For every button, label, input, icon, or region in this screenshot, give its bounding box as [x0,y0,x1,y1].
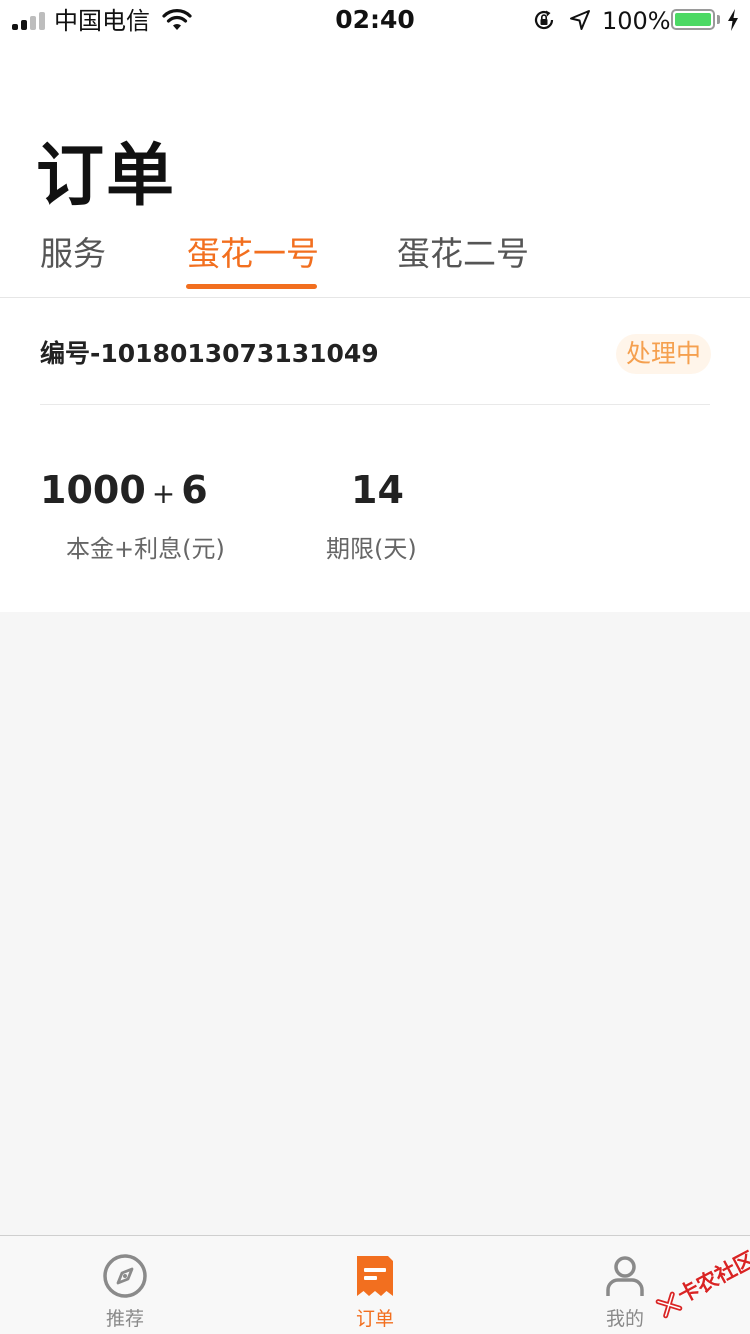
page-header: 订单 服务 蛋花一号 蛋花二号 [0,40,750,298]
amount-label: 本金+利息(元) [66,535,225,563]
battery-cap [717,15,720,24]
battery-icon [671,9,715,30]
document-icon [357,1256,393,1296]
compass-icon [103,1254,147,1298]
watermark-text: 卡农社区 [673,1247,750,1308]
bottom-tab-bar: 推荐 订单 我的 [0,1235,750,1334]
active-tab-indicator [186,284,317,289]
page-title: 订单 [36,137,177,216]
term-label: 期限(天) [326,535,417,563]
tab-danhua-one[interactable]: 蛋花一号 [187,232,319,276]
rotation-lock-icon [534,10,554,30]
status-bar: 中国电信 02:40 100% [0,0,750,40]
term-value: 14 [351,468,404,512]
amount-value: 1000 +6 [40,466,208,518]
order-card[interactable]: 编号-1018013073131049 处理中 1000 +6 本金+利息(元) … [0,298,750,612]
tabbar-label-orders: 订单 [355,1308,394,1330]
order-number: 编号-1018013073131049 [40,339,379,368]
battery-fill [675,13,711,26]
charging-bolt-icon [728,9,738,31]
order-screen: 中国电信 02:40 100% 订单 服务 蛋花一号 蛋花二号 编号-10180… [0,0,750,1334]
tab-danhua-two[interactable]: 蛋花二号 [397,232,529,276]
status-badge: 处理中 [616,334,712,374]
tab-service[interactable]: 服务 [40,232,106,276]
tabbar-label-recommend: 推荐 [105,1308,144,1330]
tabbar-item-recommend[interactable]: 推荐 [0,1236,250,1334]
location-arrow-icon [570,10,590,30]
tabbar-item-orders[interactable]: 订单 [250,1236,500,1334]
principal-value: 1000 [40,468,146,512]
divider [40,404,710,405]
interest-value: 6 [181,468,208,512]
plus-sign: + [151,477,176,510]
battery-percent: 100% [602,7,671,35]
